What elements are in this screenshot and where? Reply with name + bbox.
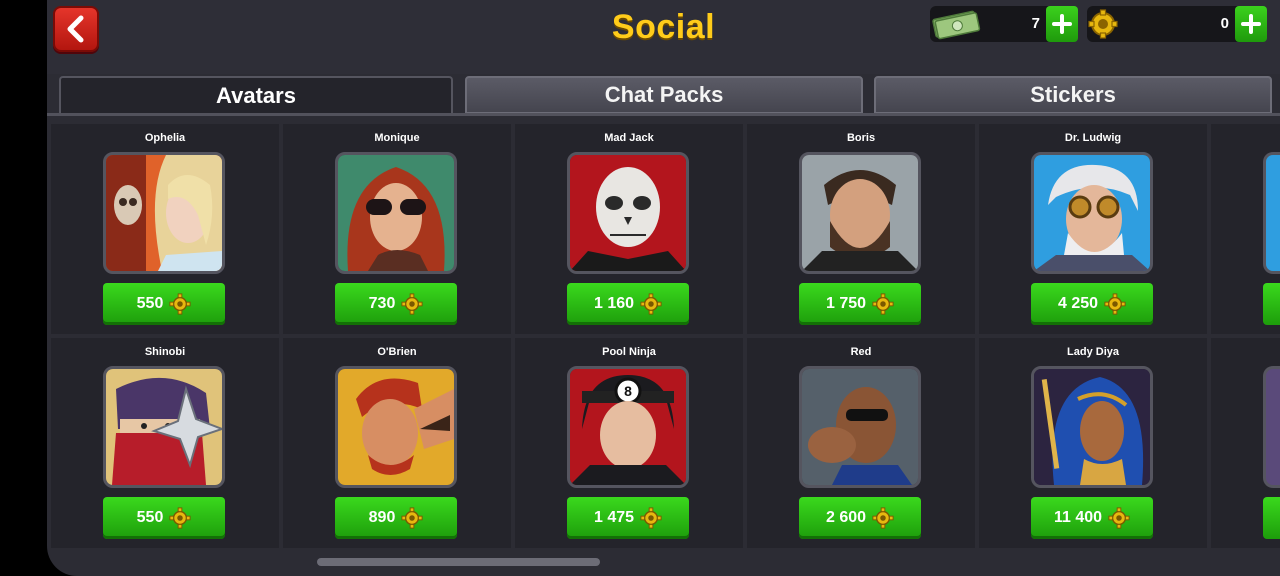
avatar-shinobi-icon <box>103 366 225 488</box>
price-value: 4 250 <box>1057 295 1099 312</box>
avatar-monique-icon <box>335 152 457 274</box>
avatar-name: Ophelia <box>144 132 186 144</box>
avatar-lady-diya-icon <box>1031 366 1153 488</box>
price-value: 2 600 <box>825 509 867 526</box>
svg-text:8: 8 <box>624 383 632 399</box>
price-button[interactable]: 1 160 <box>567 283 689 325</box>
tab-chat-packs[interactable]: Chat Packs <box>465 76 863 114</box>
avatar-name: Dr. Ludwig <box>1064 132 1122 144</box>
avatar-card[interactable]: Mad Jack 1 160 <box>515 124 743 334</box>
avatar-card[interactable]: Monique 730 <box>283 124 511 334</box>
avatar-mad-jack-icon <box>567 152 689 274</box>
avatar-name: Lady Diya <box>1067 346 1119 358</box>
tab-avatars[interactable]: Avatars <box>59 76 453 114</box>
price-value: 1 475 <box>593 509 635 526</box>
avatar-portrait-partial <box>1263 366 1280 488</box>
avatar-name: Boris <box>846 132 876 144</box>
tab-divider <box>47 113 1280 116</box>
avatar-obrien-icon <box>335 366 457 488</box>
coin-icon <box>1104 293 1126 315</box>
price-button[interactable]: 4 250 <box>1031 283 1153 325</box>
tab-stickers[interactable]: Stickers <box>874 76 1272 114</box>
avatar-dr-ludwig-icon <box>1031 152 1153 274</box>
avatar-name: Pool Ninja <box>602 346 656 358</box>
coin-icon <box>1088 9 1118 39</box>
avatar-card[interactable]: O'Brien 890 <box>283 338 511 548</box>
avatar-name: Red <box>850 346 872 358</box>
price-button-partial[interactable] <box>1263 497 1280 539</box>
avatar-grid: Ophelia 550 Monique 730 Mad Jack 1 160 B… <box>51 124 1280 552</box>
cash-icon <box>932 10 981 40</box>
avatar-ophelia-icon <box>103 152 225 274</box>
avatar-card-partial[interactable] <box>1211 124 1280 334</box>
coins-amount: 0 <box>1220 15 1229 32</box>
avatar-card[interactable]: Ophelia 550 <box>51 124 279 334</box>
price-button[interactable]: 11 400 <box>1031 497 1153 539</box>
price-button[interactable]: 730 <box>335 283 457 325</box>
coin-icon <box>1108 507 1130 529</box>
coin-icon <box>872 507 894 529</box>
avatar-card-partial[interactable] <box>1211 338 1280 548</box>
price-value: 890 <box>368 509 396 526</box>
coin-icon <box>872 293 894 315</box>
avatar-red-icon <box>799 366 921 488</box>
coin-icon <box>401 507 423 529</box>
coin-icon <box>401 293 423 315</box>
price-button[interactable]: 890 <box>335 497 457 539</box>
top-bar: Social 7 0 <box>47 0 1280 74</box>
price-button[interactable]: 550 <box>103 497 225 539</box>
price-button[interactable]: 550 <box>103 283 225 325</box>
avatar-name: Shinobi <box>144 346 186 358</box>
coin-icon <box>169 293 191 315</box>
avatar-boris-icon <box>799 152 921 274</box>
plus-icon <box>1241 14 1261 34</box>
avatar-card[interactable]: Pool Ninja 8 1 475 <box>515 338 743 548</box>
cash-counter: 7 <box>930 6 1078 42</box>
scrollbar-thumb[interactable] <box>317 558 600 566</box>
price-button-partial[interactable] <box>1263 283 1280 325</box>
cash-amount: 7 <box>1031 15 1040 32</box>
price-value: 11 400 <box>1053 509 1103 526</box>
price-button[interactable]: 2 600 <box>799 497 921 539</box>
avatar-name: Monique <box>374 132 420 144</box>
avatar-card[interactable]: Dr. Ludwig 4 250 <box>979 124 1207 334</box>
price-value: 1 750 <box>825 295 867 312</box>
price-value: 730 <box>368 295 396 312</box>
game-screen: Social 7 0 Avatars Chat Packs Stickers O… <box>47 0 1280 576</box>
coins-counter: 0 <box>1087 6 1267 42</box>
add-cash-button[interactable] <box>1046 6 1078 42</box>
avatar-card[interactable]: Red 2 600 <box>747 338 975 548</box>
avatar-card[interactable]: Lady Diya 11 400 <box>979 338 1207 548</box>
avatar-portrait-partial <box>1263 152 1280 274</box>
add-coins-button[interactable] <box>1235 6 1267 42</box>
coin-icon <box>640 293 662 315</box>
avatar-pool-ninja-icon: 8 <box>567 366 689 488</box>
avatar-card[interactable]: Shinobi 550 <box>51 338 279 548</box>
coin-icon <box>640 507 662 529</box>
plus-icon <box>1052 14 1072 34</box>
coin-icon <box>169 507 191 529</box>
horizontal-scrollbar[interactable] <box>47 556 1280 566</box>
price-value: 550 <box>136 509 164 526</box>
price-value: 550 <box>136 295 164 312</box>
avatar-card[interactable]: Boris 1 750 <box>747 124 975 334</box>
price-value: 1 160 <box>593 295 635 312</box>
price-button[interactable]: 1 475 <box>567 497 689 539</box>
avatar-name: Mad Jack <box>604 132 654 144</box>
price-button[interactable]: 1 750 <box>799 283 921 325</box>
tab-bar: Avatars Chat Packs Stickers <box>47 74 1280 116</box>
avatar-name: O'Brien <box>377 346 417 358</box>
